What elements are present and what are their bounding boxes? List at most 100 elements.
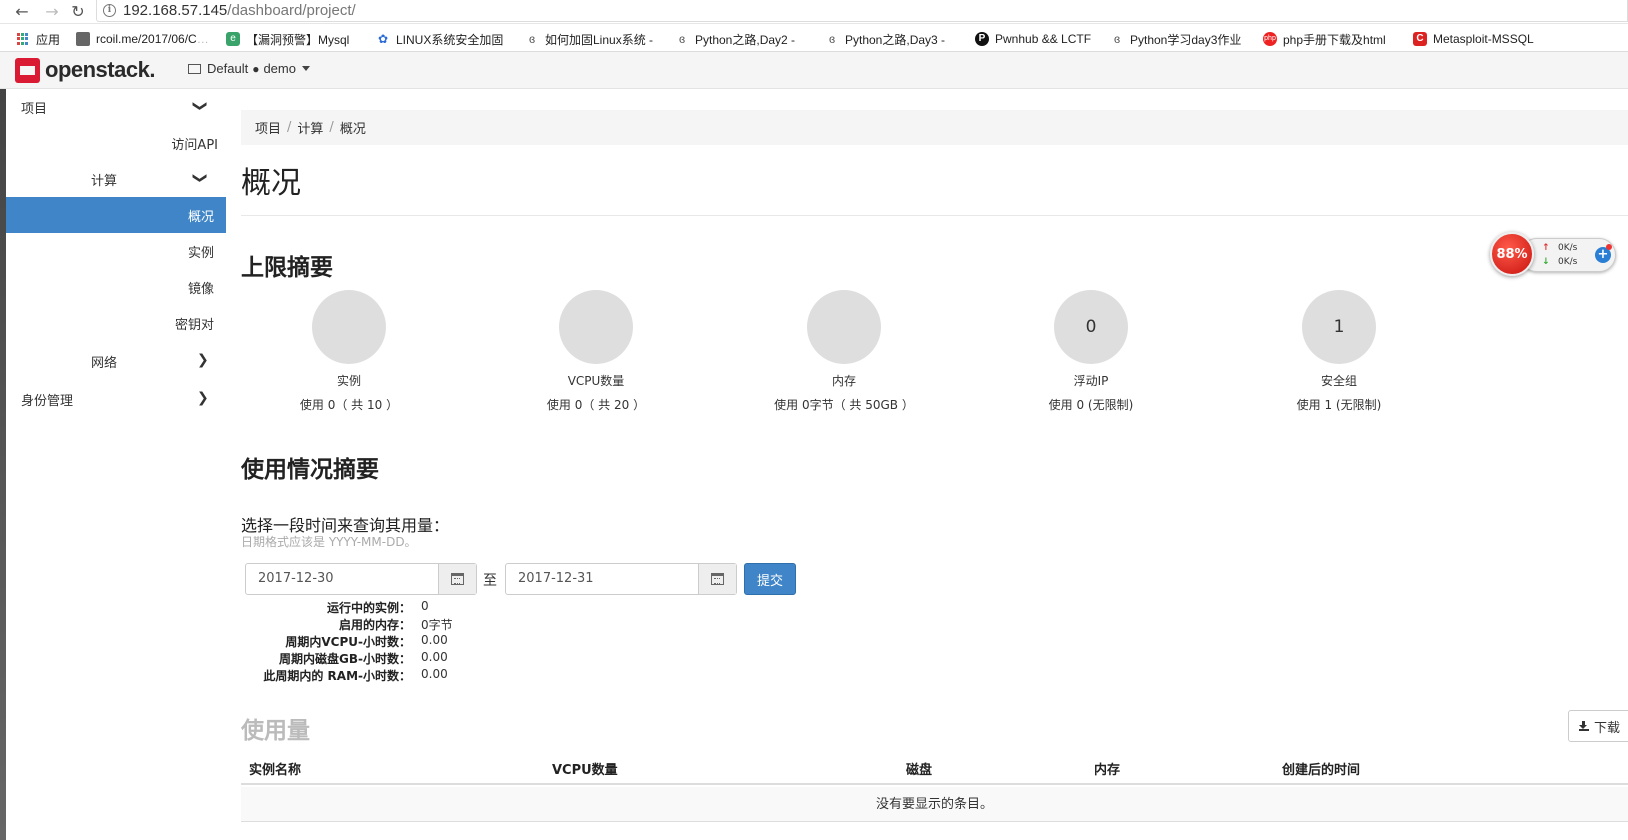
pie-name: 安全组 xyxy=(1320,374,1357,388)
end-date-picker[interactable] xyxy=(698,564,736,594)
bookmark-item[interactable]: C Metasploit-MSSQL xyxy=(1413,30,1534,48)
sidebar-item-keypairs[interactable]: 密钥对 xyxy=(6,305,214,341)
usage-table-header: 实例名称 VCPU数量 磁盘 内存 创建后的时间 xyxy=(241,750,1628,785)
sidebar-item-identity[interactable]: 身份管理 ❯ xyxy=(6,381,226,417)
bookmark-item[interactable]: ✿ LINUX系统安全加固 xyxy=(376,30,503,48)
bookmark-label: 如何加固Linux系统 - xyxy=(545,32,654,47)
page-title: 概况 xyxy=(241,166,301,201)
end-date-value[interactable]: 2017-12-31 xyxy=(506,564,698,594)
logo-text: openstack. xyxy=(45,57,155,82)
sidebar-item-project[interactable]: 项目 ❯ xyxy=(6,89,226,125)
bookmark-label: rcoil.me/2017/06/C xyxy=(96,32,197,46)
blog-icon: ɞ xyxy=(828,32,836,46)
date-format-help: 日期格式应该是 YYYY-MM-DD。 xyxy=(241,535,417,549)
sidebar-item-compute[interactable]: 计算 ❯ xyxy=(6,161,226,197)
column-header-time-since-created[interactable]: 创建后的时间 xyxy=(1282,759,1360,778)
pie-name: 浮动IP xyxy=(1073,374,1109,388)
blog-icon: ɞ xyxy=(1113,32,1121,46)
stat-value: 0.00 xyxy=(421,650,448,664)
domain-name: Default xyxy=(207,61,249,76)
bookmark-label: Python之路,Day3 - xyxy=(845,32,946,47)
submit-button[interactable]: 提交 xyxy=(744,563,796,595)
info-icon[interactable]: i xyxy=(103,4,116,17)
limit-summary-title: 上限摘要 xyxy=(241,255,333,281)
pie-usage: 使用 0（ 共 10 ） xyxy=(299,398,399,412)
bookmark-item[interactable]: ɞ Python之路,Day2 - xyxy=(675,30,795,48)
chevron-down-icon: ❯ xyxy=(191,100,208,112)
bookmark-item[interactable]: ɞ Python学习day3作业 xyxy=(1110,30,1241,48)
address-bar[interactable]: i 192.168.57.145/dashboard/project/ xyxy=(96,0,1628,22)
bookmark-item[interactable]: e 【漏洞预警】Mysql xyxy=(226,30,349,48)
start-date-field[interactable]: 2017-12-30 xyxy=(245,563,477,595)
sidebar-item-label: 身份管理 xyxy=(21,393,74,409)
chevron-right-icon: ❯ xyxy=(197,390,209,406)
sidebar-item-label: 项目 xyxy=(21,101,48,117)
column-header-instance-name[interactable]: 实例名称 xyxy=(249,759,301,778)
bookmark-item[interactable]: P Pwnhub && LCTF xyxy=(975,30,1091,48)
end-date-field[interactable]: 2017-12-31 xyxy=(505,563,737,595)
pie-name: 实例 xyxy=(336,374,361,388)
reload-icon[interactable]: ↻ xyxy=(68,2,88,22)
bookmark-label: Pwnhub && LCTF xyxy=(995,32,1092,46)
download-icon xyxy=(1579,721,1589,731)
breadcrumb-item-current: 概况 xyxy=(339,122,366,137)
stat-row: 周期内VCPU-小时数： 0.00 xyxy=(241,633,541,650)
p-circle-icon: P xyxy=(975,32,989,46)
pie-chart-security-groups: 1 xyxy=(1302,290,1376,364)
pie-usage: 使用 0字节（ 共 50GB ） xyxy=(774,398,914,412)
column-header-vcpus[interactable]: VCPU数量 xyxy=(552,759,618,778)
bookmark-item[interactable]: ɞ Python之路,Day3 - xyxy=(825,30,945,48)
url-path: /dashboard/project/ xyxy=(227,2,356,19)
project-selector[interactable]: Default ● demo xyxy=(188,61,310,76)
stat-row: 周期内磁盘GB-小时数： 0.00 xyxy=(241,650,541,667)
memory-usage-ball[interactable]: 88% xyxy=(1490,232,1534,276)
openstack-logo[interactable]: openstack. xyxy=(15,57,155,83)
project-name: demo xyxy=(263,61,296,76)
stat-key: 此周期内的 RAM-小时数： xyxy=(263,669,411,683)
stat-key: 启用的内存： xyxy=(338,618,411,632)
breadcrumb-item[interactable]: 计算 xyxy=(297,118,323,137)
sidebar-item-instances[interactable]: 实例 xyxy=(6,233,214,269)
bookmark-item[interactable]: php php手册下载及html xyxy=(1263,30,1386,48)
stat-value: 0 xyxy=(421,599,429,613)
sidebar-item-overview[interactable]: 概况 xyxy=(6,197,226,233)
download-button[interactable]: 下载 xyxy=(1568,710,1628,742)
upload-speed: 0K/s xyxy=(1558,243,1578,253)
pie-chart-instances xyxy=(312,290,386,364)
start-date-value[interactable]: 2017-12-30 xyxy=(246,564,438,594)
bookmark-apps[interactable]: 应用 xyxy=(16,30,60,48)
network-speed-widget[interactable]: ↑ 0K/s ↓ 0K/s + 88% xyxy=(1490,232,1616,276)
bookmark-item[interactable]: ɞ 如何加固Linux系统 - xyxy=(525,30,653,48)
column-header-disk[interactable]: 磁盘 xyxy=(906,759,932,778)
download-speed: 0K/s xyxy=(1558,257,1578,267)
url-text: 192.168.57.145/dashboard/project/ xyxy=(123,2,356,19)
sidebar-item-images[interactable]: 镜像 xyxy=(6,269,214,305)
sidebar-item-api-access[interactable]: 访问API xyxy=(6,125,218,161)
sidebar-item-network[interactable]: 网络 ❯ xyxy=(6,343,226,379)
paw-icon: ✿ xyxy=(377,32,389,46)
apps-grid-icon xyxy=(16,32,30,46)
usage-summary-title: 使用情况摘要 xyxy=(241,457,379,483)
title-divider xyxy=(241,215,1628,216)
chevron-right-icon: ❯ xyxy=(197,352,209,368)
download-arrow-icon: ↓ xyxy=(1542,257,1550,267)
bookmark-item[interactable]: rcoil.me/2017/06/C… xyxy=(76,30,209,48)
stat-value: 0.00 xyxy=(421,633,448,647)
bookmark-label: Python学习day3作业 xyxy=(1130,32,1242,47)
breadcrumb-separator: / xyxy=(329,120,334,135)
sidebar-item-label: 网络 xyxy=(91,355,118,371)
pie-chart-floating-ip: 0 xyxy=(1054,290,1128,364)
project-icon xyxy=(188,63,201,74)
pie-usage: 使用 0 (无限制) xyxy=(1048,398,1134,412)
start-date-picker[interactable] xyxy=(438,564,476,594)
breadcrumb-item[interactable]: 项目 xyxy=(255,118,281,137)
forward-arrow-icon[interactable]: → xyxy=(42,2,62,22)
table-empty-message: 没有要显示的条目。 xyxy=(241,787,1628,822)
stat-value: 0.00 xyxy=(421,667,448,681)
back-arrow-icon[interactable]: ← xyxy=(12,2,32,22)
calendar-icon xyxy=(451,573,464,585)
download-label: 下载 xyxy=(1594,719,1621,735)
column-header-ram[interactable]: 内存 xyxy=(1094,759,1120,778)
stat-key: 运行中的实例： xyxy=(326,601,411,615)
bookmark-label: Python之路,Day2 - xyxy=(695,32,796,47)
